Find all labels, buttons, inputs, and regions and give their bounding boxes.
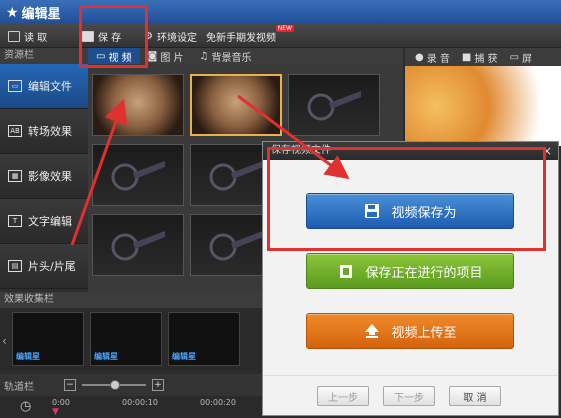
tab-screen[interactable]: ▭ 屏 bbox=[506, 48, 536, 66]
capture-icon: ■ bbox=[461, 51, 472, 63]
file-icon: ▭ bbox=[8, 80, 22, 92]
project-icon bbox=[337, 262, 355, 280]
text-icon: T bbox=[8, 215, 22, 227]
menu-publish[interactable]: 免新手期发视频 NEW bbox=[206, 25, 294, 44]
sidebar-item-transition[interactable]: AB 转场效果 bbox=[0, 109, 88, 154]
folder-icon bbox=[8, 30, 20, 42]
new-badge: NEW bbox=[275, 25, 294, 32]
effect-watermark: 编辑星 bbox=[94, 352, 118, 361]
sidebar-item-image-effect[interactable]: ▦ 影像效果 bbox=[0, 154, 88, 199]
media-thumb[interactable] bbox=[92, 74, 184, 136]
sidebar-item-label: 编辑文件 bbox=[28, 80, 72, 93]
timeline-time: 00:00:20 bbox=[200, 398, 236, 407]
tab-record[interactable]: ● 录 音 bbox=[411, 48, 454, 66]
app-window: ★ 编辑星 读 取 保 存 ⚙ 环境设定 免新手期发视频 NEW 资源栏 ▭ 视… bbox=[0, 0, 561, 418]
film-reel-icon bbox=[111, 231, 165, 261]
tab-capture[interactable]: ■ 捕 获 bbox=[458, 48, 502, 66]
playhead-marker[interactable]: ▼ bbox=[52, 407, 59, 417]
mic-icon: ● bbox=[415, 51, 424, 63]
tab-music[interactable]: ♫ 背景音乐 bbox=[192, 48, 260, 64]
prev-step-button[interactable]: 上一步 bbox=[317, 386, 369, 406]
star-icon: ★ bbox=[6, 4, 19, 21]
highlight-save-video-button bbox=[267, 147, 546, 251]
menu-settings-label: 环境设定 bbox=[156, 32, 197, 44]
tab-screen-label: 屏 bbox=[522, 53, 533, 65]
media-thumb[interactable] bbox=[92, 144, 184, 206]
timeline-label: 轨道栏 bbox=[4, 381, 34, 393]
tab-image-label: 图 片 bbox=[160, 52, 184, 64]
effect-item[interactable]: 编辑星 bbox=[12, 312, 84, 366]
media-thumb[interactable] bbox=[288, 74, 380, 136]
timeline-header: 轨道栏 − + bbox=[0, 374, 270, 396]
upload-video-button[interactable]: 视频上传至 bbox=[306, 313, 514, 349]
sidebar-item-label: 影像效果 bbox=[28, 170, 72, 183]
cancel-button[interactable]: 取 消 bbox=[449, 386, 501, 406]
preview-tabs: ● 录 音 ■ 捕 获 ▭ 屏 bbox=[405, 48, 561, 66]
video-preview bbox=[405, 66, 561, 146]
sidebar-item-edit-file[interactable]: ▭ 编辑文件 bbox=[0, 64, 88, 109]
zoom-slider-knob[interactable] bbox=[110, 380, 120, 390]
film-reel-icon bbox=[111, 161, 165, 191]
zoom-slider[interactable] bbox=[82, 380, 146, 390]
menu-open[interactable]: 读 取 bbox=[8, 28, 47, 44]
film-reel-icon bbox=[209, 161, 263, 191]
effect-item[interactable]: 编辑星 bbox=[168, 312, 240, 366]
tab-music-label: 背景音乐 bbox=[211, 52, 252, 64]
resource-sidebar: ▭ 编辑文件 AB 转场效果 ▦ 影像效果 T 文字编辑 ▤ 片头/片尾 bbox=[0, 64, 88, 292]
upload-icon bbox=[363, 322, 381, 340]
chevron-left-icon[interactable]: ‹ bbox=[2, 334, 7, 348]
resource-header: 资源栏 bbox=[0, 48, 88, 64]
tab-capture-label: 捕 获 bbox=[474, 53, 498, 65]
dialog-footer: 上一步 下一步 取 消 bbox=[263, 375, 558, 415]
upload-video-label: 视频上传至 bbox=[391, 325, 457, 341]
effect-item[interactable]: 编辑星 bbox=[90, 312, 162, 366]
film-reel-icon bbox=[209, 231, 263, 261]
transition-icon: AB bbox=[8, 125, 22, 137]
sidebar-item-intro-outro[interactable]: ▤ 片头/片尾 bbox=[0, 244, 88, 289]
media-thumb[interactable] bbox=[92, 214, 184, 276]
save-project-button[interactable]: 保存正在进行的项目 bbox=[306, 253, 514, 289]
timeline-time: 00:00:10 bbox=[122, 398, 158, 407]
media-thumb-selected[interactable] bbox=[190, 74, 282, 136]
zoom-out-button[interactable]: − bbox=[64, 379, 76, 391]
zoom-in-button[interactable]: + bbox=[152, 379, 164, 391]
timeline-ruler: ◷ 0:00 00:00:10 00:00:20 ▼ bbox=[0, 396, 270, 418]
timeline-time: 0:00 bbox=[52, 398, 70, 407]
film-reel-icon bbox=[307, 91, 361, 121]
effects-strip: ‹ 编辑星 编辑星 编辑星 bbox=[0, 308, 270, 370]
app-title: 编辑星 bbox=[21, 7, 61, 22]
next-step-button[interactable]: 下一步 bbox=[383, 386, 435, 406]
intro-icon: ▤ bbox=[8, 260, 22, 272]
tab-record-label: 录 音 bbox=[426, 53, 450, 65]
effect-watermark: 编辑星 bbox=[16, 352, 40, 361]
highlight-save-menu bbox=[79, 5, 148, 68]
sidebar-item-text-edit[interactable]: T 文字编辑 bbox=[0, 199, 88, 244]
sidebar-item-label: 片头/片尾 bbox=[28, 260, 76, 273]
app-logo: ★ 编辑星 bbox=[6, 3, 61, 23]
music-icon: ♫ bbox=[199, 50, 209, 62]
camera-icon: ◙ bbox=[147, 50, 158, 62]
image-effect-icon: ▦ bbox=[8, 170, 22, 182]
screen-icon: ▭ bbox=[509, 51, 520, 63]
save-project-label: 保存正在进行的项目 bbox=[365, 265, 483, 281]
menu-settings[interactable]: ⚙ 环境设定 bbox=[144, 28, 197, 44]
menu-publish-label: 免新手期发视频 bbox=[206, 32, 276, 44]
effect-watermark: 编辑星 bbox=[172, 352, 196, 361]
sidebar-item-label: 文字编辑 bbox=[28, 215, 72, 228]
menu-open-label: 读 取 bbox=[24, 32, 48, 44]
clock-icon: ◷ bbox=[20, 399, 32, 414]
effects-header: 效果收集栏 bbox=[0, 292, 270, 308]
sidebar-item-label: 转场效果 bbox=[28, 125, 72, 138]
